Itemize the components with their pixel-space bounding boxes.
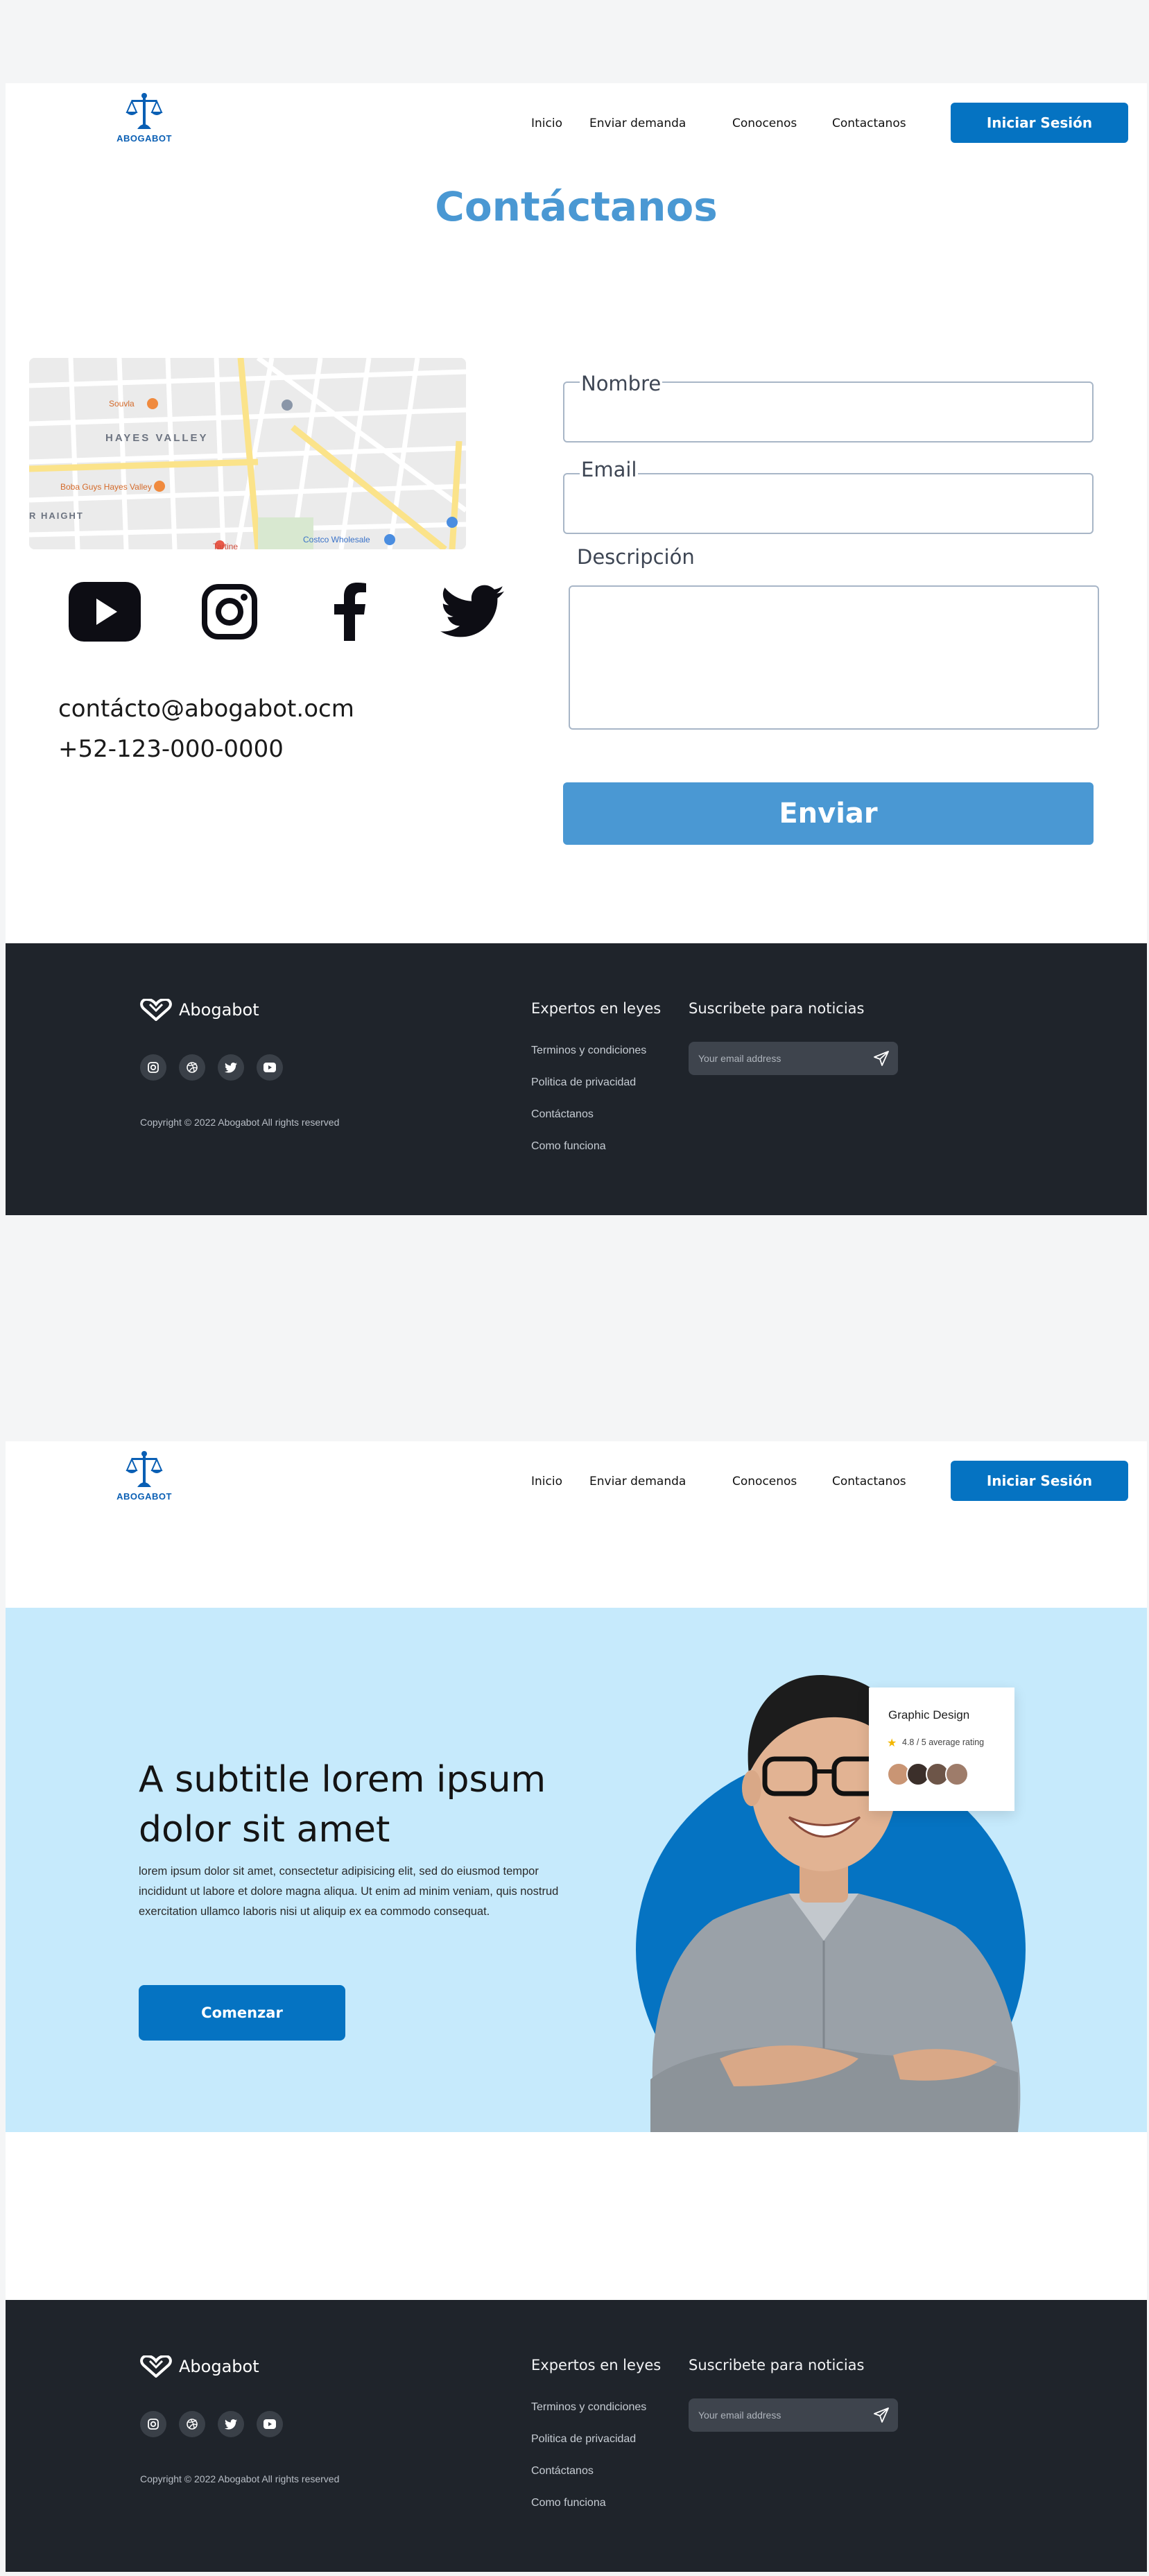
nav-enviar-demanda[interactable]: Enviar demanda (589, 117, 686, 130)
footer-link-contact[interactable]: Contáctanos (531, 2465, 594, 2478)
youtube-icon[interactable] (257, 2411, 283, 2437)
send-icon[interactable] (870, 2404, 892, 2426)
nav-inicio[interactable]: Inicio (531, 117, 562, 130)
nav-conocenos[interactable]: Conocenos (732, 1475, 797, 1488)
youtube-icon[interactable] (67, 577, 143, 646)
footer-link-how-it-works[interactable]: Como funciona (531, 1140, 606, 1153)
send-icon[interactable] (870, 1047, 892, 1070)
map[interactable]: Souvla HAYES VALLEY Boba Guys Hayes Vall… (29, 358, 466, 549)
copyright: Copyright © 2022 Abogabot All rights res… (140, 1117, 340, 1128)
nav-enviar-demanda[interactable]: Enviar demanda (589, 1475, 686, 1488)
twitter-icon[interactable] (218, 2411, 244, 2437)
map-label: Boba Guys Hayes Valley (60, 482, 152, 492)
footer-brand-name: Abogabot (179, 2357, 259, 2376)
instagram-icon[interactable] (191, 577, 268, 646)
footer-brand-name: Abogabot (179, 1000, 259, 1020)
email-field[interactable] (563, 473, 1094, 534)
footer-link-privacy[interactable]: Politica de privacidad (531, 2433, 636, 2446)
scales-of-justice-icon (126, 93, 163, 129)
scales-of-justice-icon (126, 1451, 163, 1487)
contact-phone: +52-123-000-0000 (58, 735, 284, 763)
home-page: ABOGABOT Inicio Enviar demanda Conocenos… (6, 1441, 1147, 2572)
footer: Abogabot Copyright © 2022 Abogabot All r… (6, 943, 1147, 1215)
send-button[interactable]: Enviar (563, 782, 1094, 845)
description-label: Descripción (576, 545, 696, 569)
instagram-icon[interactable] (140, 1054, 166, 1081)
footer: Abogabot Copyright © 2022 Abogabot All r… (6, 2300, 1147, 2572)
footer-link-terms[interactable]: Terminos y condiciones (531, 1045, 646, 1057)
twitter-icon[interactable] (434, 577, 510, 646)
logo[interactable]: ABOGABOT (110, 1450, 179, 1512)
footer-link-privacy[interactable]: Politica de privacidad (531, 1076, 636, 1089)
avatar (945, 1762, 969, 1786)
newsletter-email-input[interactable] (698, 1042, 865, 1075)
rating-text: 4.8 / 5 average rating (902, 1737, 985, 1747)
heart-logo-icon (140, 2355, 172, 2378)
rating-card-title: Graphic Design (888, 1708, 970, 1721)
footer-newsletter-heading: Suscribete para noticias (689, 2357, 865, 2373)
footer-link-terms[interactable]: Terminos y condiciones (531, 2401, 646, 2414)
heart-logo-icon (140, 999, 172, 1021)
contact-email: contácto@abogabot.ocm (58, 695, 354, 723)
footer-newsletter-heading: Suscribete para noticias (689, 1000, 865, 1017)
start-button[interactable]: Comenzar (139, 1985, 345, 2041)
header: ABOGABOT Inicio Enviar demanda Conocenos… (6, 83, 1147, 166)
footer-links-heading: Expertos en leyes (531, 2357, 662, 2373)
map-label: Costco Wholesale (303, 535, 370, 544)
logo-text: ABOGABOT (116, 133, 172, 144)
star-icon: ★ (887, 1737, 897, 1749)
logo[interactable]: ABOGABOT (110, 92, 179, 154)
map-label: Tartine (213, 542, 238, 549)
email-label: Email (580, 458, 639, 481)
rating-card: Graphic Design ★ 4.8 / 5 average rating (869, 1688, 1014, 1811)
page-title: Contáctanos (435, 183, 718, 230)
contact-page: ABOGABOT Inicio Enviar demanda Conocenos… (6, 83, 1147, 1215)
footer-brand[interactable]: Abogabot (140, 999, 259, 1021)
description-field[interactable] (569, 585, 1099, 730)
map-label: Souvla (109, 399, 135, 409)
facebook-icon[interactable] (312, 577, 388, 646)
map-label: R HAIGHT (29, 510, 84, 521)
instagram-icon[interactable] (140, 2411, 166, 2437)
newsletter-email-input[interactable] (698, 2398, 865, 2432)
hero-text: lorem ipsum dolor sit amet, consectetur … (139, 1865, 559, 1918)
header: ABOGABOT Inicio Enviar demanda Conocenos… (6, 1441, 1147, 1525)
hero-section: A subtitle lorem ipsum dolor sit amet lo… (6, 1608, 1147, 2132)
twitter-icon[interactable] (218, 1054, 244, 1081)
footer-link-how-it-works[interactable]: Como funciona (531, 2497, 606, 2509)
hero-title: A subtitle lorem ipsum dolor sit amet (139, 1759, 546, 1851)
nav-contactanos[interactable]: Contactanos (832, 117, 906, 130)
copyright: Copyright © 2022 Abogabot All rights res… (140, 2473, 340, 2484)
logo-text: ABOGABOT (116, 1491, 172, 1502)
name-label: Nombre (580, 372, 663, 395)
newsletter-form (689, 1042, 898, 1075)
nav-contactanos[interactable]: Contactanos (832, 1475, 906, 1488)
dribbble-icon[interactable] (179, 2411, 205, 2437)
footer-brand[interactable]: Abogabot (140, 2355, 259, 2378)
dribbble-icon[interactable] (179, 1054, 205, 1081)
footer-link-contact[interactable]: Contáctanos (531, 1108, 594, 1121)
login-button[interactable]: Iniciar Sesión (951, 1461, 1128, 1501)
newsletter-form (689, 2398, 898, 2432)
map-label: HAYES VALLEY (105, 432, 209, 444)
youtube-icon[interactable] (257, 1054, 283, 1081)
login-button[interactable]: Iniciar Sesión (951, 103, 1128, 143)
nav-conocenos[interactable]: Conocenos (732, 117, 797, 130)
footer-links-heading: Expertos en leyes (531, 1000, 662, 1017)
nav-inicio[interactable]: Inicio (531, 1475, 562, 1488)
